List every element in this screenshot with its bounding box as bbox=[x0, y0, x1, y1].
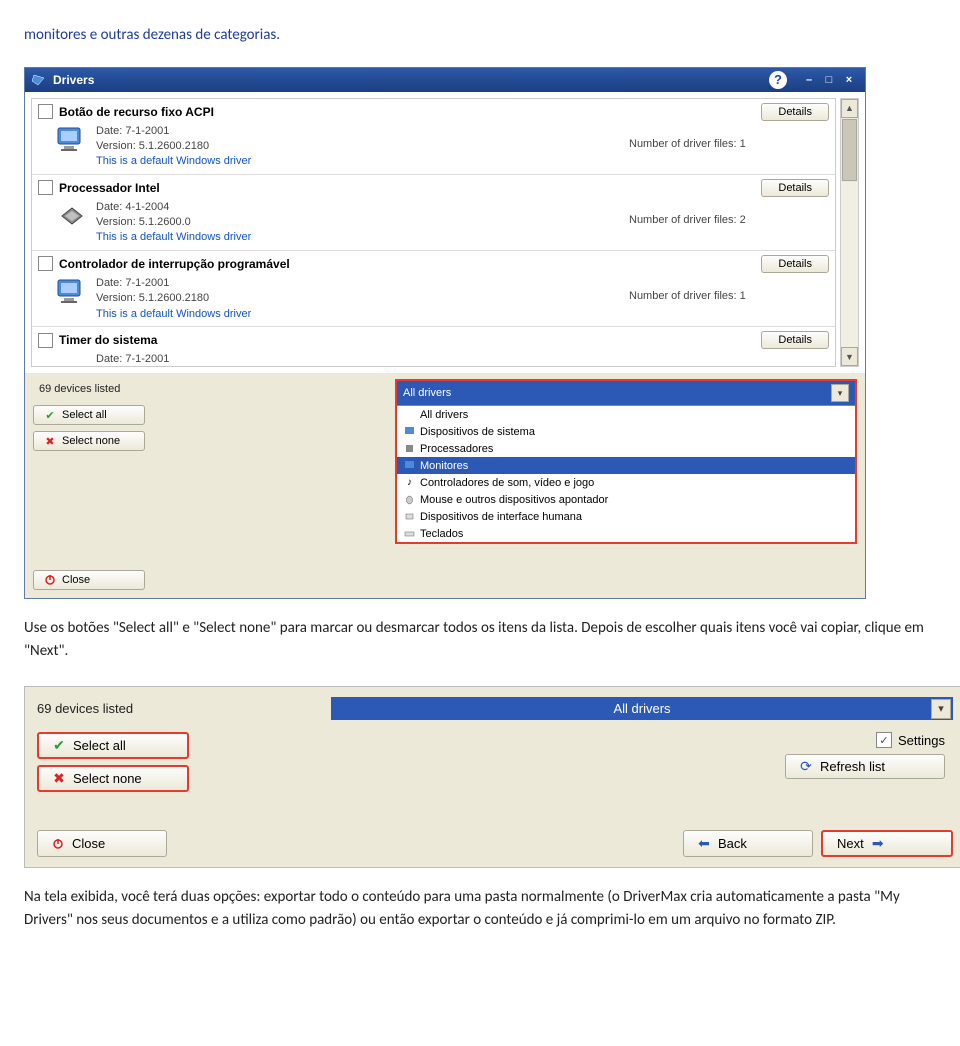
driver-title: Controlador de interrupção programável bbox=[59, 257, 755, 271]
driver-info: Date: 4-1-2004 Version: 5.1.2600.0 This … bbox=[96, 200, 629, 246]
scroll-up-icon[interactable]: ▲ bbox=[841, 99, 858, 118]
combo-option[interactable]: Monitores bbox=[397, 457, 855, 474]
x-icon: ✖ bbox=[44, 435, 56, 447]
driver-file-count: Number of driver files: 1 bbox=[629, 276, 829, 322]
devices-listed-label: 69 devices listed bbox=[33, 379, 383, 399]
combo-option[interactable]: Mouse e outros dispositivos apontador bbox=[397, 491, 855, 508]
filter-combo[interactable]: All drivers ▾ bbox=[331, 697, 953, 720]
driver-item: Controlador de interrupção programável D… bbox=[32, 251, 835, 327]
doc-intro: monitores e outras dezenas de categorias… bbox=[24, 24, 936, 47]
power-icon bbox=[52, 838, 64, 850]
driver-title: Timer do sistema bbox=[59, 333, 755, 347]
combo-option[interactable]: ♪ Controladores de som, vídeo e jogo bbox=[397, 474, 855, 491]
doc-paragraph-1: Use os botões "Select all" e "Select non… bbox=[24, 617, 936, 662]
driver-checkbox[interactable] bbox=[38, 333, 53, 348]
lower-panel: 69 devices listed ✔ Select all ✖ Select … bbox=[25, 373, 865, 598]
chevron-down-icon[interactable]: ▾ bbox=[831, 384, 849, 402]
keyboard-icon bbox=[403, 527, 416, 540]
driver-item: Processador Intel Details Date: 4-1-2004… bbox=[32, 175, 835, 251]
x-icon: ✖ bbox=[53, 773, 65, 785]
driver-checkbox[interactable] bbox=[38, 180, 53, 195]
settings-label: Settings bbox=[898, 733, 945, 748]
next-button[interactable]: Next ➡ bbox=[821, 830, 953, 857]
combo-option[interactable]: Teclados bbox=[397, 525, 855, 542]
details-button[interactable]: Details bbox=[761, 103, 829, 121]
back-button[interactable]: ⬅ Back bbox=[683, 830, 813, 857]
combo-option[interactable]: Processadores bbox=[397, 440, 855, 457]
maximize-icon[interactable]: □ bbox=[822, 73, 836, 87]
monitor-icon bbox=[56, 352, 88, 366]
chevron-down-icon[interactable]: ▾ bbox=[931, 699, 951, 719]
driver-info: Date: 7-1-2001 bbox=[96, 352, 629, 366]
select-all-button[interactable]: ✔ Select all bbox=[37, 732, 189, 759]
combo-option[interactable]: Dispositivos de sistema bbox=[397, 423, 855, 440]
driver-title: Botão de recurso fixo ACPI bbox=[59, 105, 755, 119]
details-button[interactable]: Details bbox=[761, 179, 829, 197]
app-icon bbox=[31, 72, 47, 88]
select-none-button[interactable]: ✖ Select none bbox=[37, 765, 189, 792]
driver-item: Botão de recurso fixo ACPI Details Date:… bbox=[32, 99, 835, 175]
select-all-button[interactable]: ✔ Select all bbox=[33, 405, 145, 425]
settings-checkbox-row[interactable]: ✓ Settings bbox=[876, 732, 945, 748]
doc-paragraph-2: Na tela exibida, você terá duas opções: … bbox=[24, 886, 936, 931]
arrow-right-icon: ➡ bbox=[872, 838, 884, 850]
devices-listed-label: 69 devices listed bbox=[37, 701, 317, 716]
refresh-list-button[interactable]: ⟳ Refresh list bbox=[785, 754, 945, 779]
mouse-icon bbox=[403, 493, 416, 506]
chip-icon bbox=[56, 200, 88, 232]
driver-file-count: Number of driver files: 2 bbox=[629, 200, 829, 246]
driver-title: Processador Intel bbox=[59, 181, 755, 195]
drivers-panel-expanded: 69 devices listed All drivers ▾ ✔ Select… bbox=[24, 686, 960, 868]
monitor-icon bbox=[56, 276, 88, 308]
blank-icon bbox=[403, 408, 416, 421]
combo-selected[interactable]: All drivers ▾ bbox=[397, 381, 855, 405]
window-title: Drivers bbox=[53, 73, 94, 87]
driver-checkbox[interactable] bbox=[38, 104, 53, 119]
checkbox[interactable]: ✓ bbox=[876, 732, 892, 748]
drivers-window: Drivers ? – □ × Botão de recurso fixo AC… bbox=[24, 67, 866, 600]
refresh-icon: ⟳ bbox=[800, 761, 812, 773]
close-button[interactable]: Close bbox=[33, 570, 145, 590]
scrollbar[interactable]: ▲ ▼ bbox=[840, 98, 859, 368]
scroll-down-icon[interactable]: ▼ bbox=[841, 347, 858, 366]
hid-icon bbox=[403, 510, 416, 523]
combo-option[interactable]: All drivers bbox=[397, 406, 855, 423]
driver-info: Date: 7-1-2001 Version: 5.1.2600.2180 Th… bbox=[96, 124, 629, 170]
minimize-icon[interactable]: – bbox=[802, 73, 816, 87]
system-icon bbox=[403, 425, 416, 438]
driver-info: Date: 7-1-2001 Version: 5.1.2600.2180 Th… bbox=[96, 276, 629, 322]
combo-option[interactable]: Dispositivos de interface humana bbox=[397, 508, 855, 525]
chip-icon bbox=[403, 442, 416, 455]
power-icon bbox=[44, 574, 56, 586]
monitor-icon bbox=[403, 459, 416, 472]
driver-file-count: Number of driver files: 1 bbox=[629, 124, 829, 170]
close-icon[interactable]: × bbox=[842, 73, 856, 87]
monitor-icon bbox=[56, 124, 88, 156]
driver-list: Botão de recurso fixo ACPI Details Date:… bbox=[31, 98, 836, 368]
combo-list: All drivers Dispositivos de sistema Proc… bbox=[397, 405, 855, 542]
sound-icon: ♪ bbox=[403, 476, 416, 489]
titlebar: Drivers ? – □ × bbox=[25, 68, 865, 92]
details-button[interactable]: Details bbox=[761, 255, 829, 273]
check-icon: ✔ bbox=[53, 740, 65, 752]
driver-list-area: Botão de recurso fixo ACPI Details Date:… bbox=[25, 92, 865, 374]
scroll-thumb[interactable] bbox=[842, 119, 857, 181]
driver-checkbox[interactable] bbox=[38, 256, 53, 271]
help-icon[interactable]: ? bbox=[769, 71, 787, 89]
arrow-left-icon: ⬅ bbox=[698, 838, 710, 850]
close-button[interactable]: Close bbox=[37, 830, 167, 857]
driver-item: Timer do sistema Details Date: 7-1-2001 bbox=[32, 327, 835, 366]
filter-combo[interactable]: All drivers ▾ All drivers Dispositivos d… bbox=[395, 379, 857, 544]
select-none-button[interactable]: ✖ Select none bbox=[33, 431, 145, 451]
details-button[interactable]: Details bbox=[761, 331, 829, 349]
check-icon: ✔ bbox=[44, 409, 56, 421]
